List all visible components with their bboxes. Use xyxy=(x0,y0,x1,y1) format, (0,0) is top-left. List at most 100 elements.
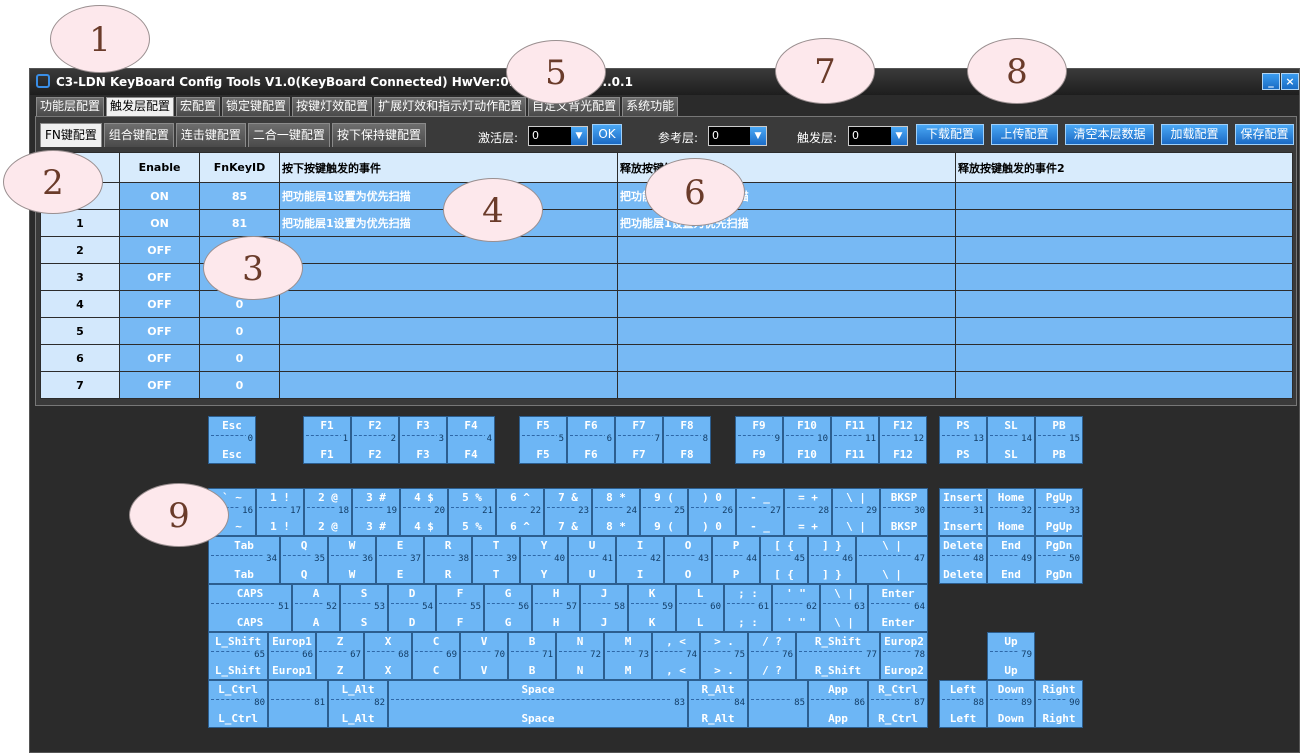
key-pgdn[interactable]: PgDn 50 PgDn xyxy=(1035,536,1083,584)
key-h[interactable]: H 57 H xyxy=(532,584,580,632)
key-5[interactable]: 5 % 21 5 % xyxy=(448,488,496,536)
table-cell[interactable] xyxy=(617,290,956,318)
key-f12[interactable]: F12 12 F12 xyxy=(879,416,927,464)
key-blank[interactable]: 81 xyxy=(268,680,328,728)
key-bksp[interactable]: BKSP 30 BKSP xyxy=(880,488,928,536)
key-r_alt[interactable]: R_Alt 84 R_Alt xyxy=(688,680,748,728)
table-cell[interactable] xyxy=(279,317,618,345)
key-z[interactable]: Z 67 Z xyxy=(316,632,364,680)
key-ps[interactable]: PS 13 PS xyxy=(939,416,987,464)
table-cell[interactable] xyxy=(955,371,1293,399)
key-j[interactable]: J 58 J xyxy=(580,584,628,632)
key-home[interactable]: Home 32 Home xyxy=(987,488,1035,536)
key-i[interactable]: I 42 I xyxy=(616,536,664,584)
key-blank-63[interactable]: \ | 63 \ | xyxy=(820,584,868,632)
clear-layer-button[interactable]: 清空本层数据 xyxy=(1065,124,1154,145)
table-cell[interactable] xyxy=(617,236,956,264)
key-pgup[interactable]: PgUp 33 PgUp xyxy=(1035,488,1083,536)
key-x[interactable]: X 68 X xyxy=(364,632,412,680)
key-blank-28[interactable]: = + 28 = + xyxy=(784,488,832,536)
key-f4[interactable]: F4 4 F4 xyxy=(447,416,495,464)
upload-config-button[interactable]: 上传配置 xyxy=(991,124,1058,145)
table-cell[interactable]: OFF xyxy=(119,236,200,264)
key-f2[interactable]: F2 2 F2 xyxy=(351,416,399,464)
key-blank-75[interactable]: > . 75 > . xyxy=(700,632,748,680)
key-blank-61[interactable]: ; : 61 ; : xyxy=(724,584,772,632)
key-p[interactable]: P 44 P xyxy=(712,536,760,584)
key-sl[interactable]: SL 14 SL xyxy=(987,416,1035,464)
reference-layer-select[interactable]: 0 ▼ xyxy=(708,126,767,146)
table-row[interactable]: 7 OFF 0 xyxy=(40,371,1293,399)
key-3[interactable]: 3 # 19 3 # xyxy=(352,488,400,536)
key-l_alt[interactable]: L_Alt 82 L_Alt xyxy=(328,680,388,728)
table-cell[interactable]: OFF xyxy=(119,290,200,318)
key-blank-29[interactable]: \ | 29 \ | xyxy=(832,488,880,536)
key-v[interactable]: V 70 V xyxy=(460,632,508,680)
key-blank-76[interactable]: / ? 76 / ? xyxy=(748,632,796,680)
subtab-4[interactable]: 按下保持键配置 xyxy=(331,123,426,147)
key-left[interactable]: Left 88 Left xyxy=(939,680,987,728)
table-cell[interactable] xyxy=(617,371,956,399)
key-d[interactable]: D 54 D xyxy=(388,584,436,632)
key-e[interactable]: E 37 E xyxy=(376,536,424,584)
key-u[interactable]: U 41 U xyxy=(568,536,616,584)
key-t[interactable]: T 39 T xyxy=(472,536,520,584)
table-cell[interactable] xyxy=(617,344,956,372)
table-cell[interactable] xyxy=(279,236,618,264)
key-blank-47[interactable]: \ | 47 \ | xyxy=(856,536,928,584)
tab-2[interactable]: 宏配置 xyxy=(176,97,221,116)
table-cell[interactable]: 85 xyxy=(199,182,280,210)
key-right[interactable]: Right 90 Right xyxy=(1035,680,1083,728)
download-config-button[interactable]: 下载配置 xyxy=(916,124,984,145)
trigger-layer-select[interactable]: 0 ▼ xyxy=(848,126,908,146)
table-cell[interactable]: OFF xyxy=(119,344,200,372)
tab-5[interactable]: 扩展灯效和指示灯动作配置 xyxy=(374,97,527,116)
table-cell[interactable] xyxy=(279,344,618,372)
key-delete[interactable]: Delete 48 Delete xyxy=(939,536,987,584)
key-enter[interactable]: Enter 64 Enter xyxy=(868,584,928,632)
key-f1[interactable]: F1 1 F1 xyxy=(303,416,351,464)
table-cell[interactable] xyxy=(279,263,618,291)
key-2[interactable]: 2 @ 18 2 @ xyxy=(304,488,352,536)
key-4[interactable]: 4 $ 20 4 $ xyxy=(400,488,448,536)
key-6[interactable]: 6 ^ 22 6 ^ xyxy=(496,488,544,536)
tab-4[interactable]: 按键灯效配置 xyxy=(292,97,373,116)
subtab-0[interactable]: FN键配置 xyxy=(40,123,102,147)
subtab-3[interactable]: 二合一键配置 xyxy=(247,123,330,147)
key-f[interactable]: F 55 F xyxy=(436,584,484,632)
key-g[interactable]: G 56 G xyxy=(484,584,532,632)
key-f6[interactable]: F6 6 F6 xyxy=(567,416,615,464)
key-f5[interactable]: F5 5 F5 xyxy=(519,416,567,464)
key-r[interactable]: R 38 R xyxy=(424,536,472,584)
key-space[interactable]: Space 83 Space xyxy=(388,680,688,728)
tab-1[interactable]: 触发层配置 xyxy=(106,97,175,116)
key-w[interactable]: W 36 W xyxy=(328,536,376,584)
table-cell[interactable] xyxy=(955,263,1293,291)
key-f7[interactable]: F7 7 F7 xyxy=(615,416,663,464)
key-f3[interactable]: F3 3 F3 xyxy=(399,416,447,464)
table-cell[interactable] xyxy=(955,182,1293,210)
table-cell[interactable] xyxy=(617,263,956,291)
key-f10[interactable]: F10 10 F10 xyxy=(783,416,831,464)
subtab-1[interactable]: 组合键配置 xyxy=(103,123,174,147)
table-cell[interactable] xyxy=(955,317,1293,345)
table-cell[interactable]: OFF xyxy=(119,371,200,399)
key-9[interactable]: 9 (25 9 ( xyxy=(640,488,688,536)
key-0[interactable]: ) 0 26) 0 xyxy=(688,488,736,536)
key-insert[interactable]: Insert 31 Insert xyxy=(939,488,987,536)
key-r_ctrl[interactable]: R_Ctrl 87 R_Ctrl xyxy=(868,680,928,728)
table-cell[interactable] xyxy=(955,209,1293,237)
key-l_shift[interactable]: L_Shift 65 L_Shift xyxy=(208,632,268,680)
table-cell[interactable]: 0 xyxy=(199,371,280,399)
minimize-button[interactable]: _ xyxy=(1262,73,1280,90)
key-a[interactable]: A 52 A xyxy=(292,584,340,632)
key-app[interactable]: App 86 App xyxy=(808,680,868,728)
close-button[interactable]: × xyxy=(1281,73,1299,90)
key-blank-62[interactable]: ' " 62 ' " xyxy=(772,584,820,632)
key-f11[interactable]: F11 11 F11 xyxy=(831,416,879,464)
activate-layer-select[interactable]: 0 ▼ xyxy=(528,126,588,146)
table-cell[interactable] xyxy=(955,344,1293,372)
table-row[interactable]: 6 OFF 0 xyxy=(40,344,1293,372)
key-8[interactable]: 8 * 24 8 * xyxy=(592,488,640,536)
key-y[interactable]: Y 40 Y xyxy=(520,536,568,584)
